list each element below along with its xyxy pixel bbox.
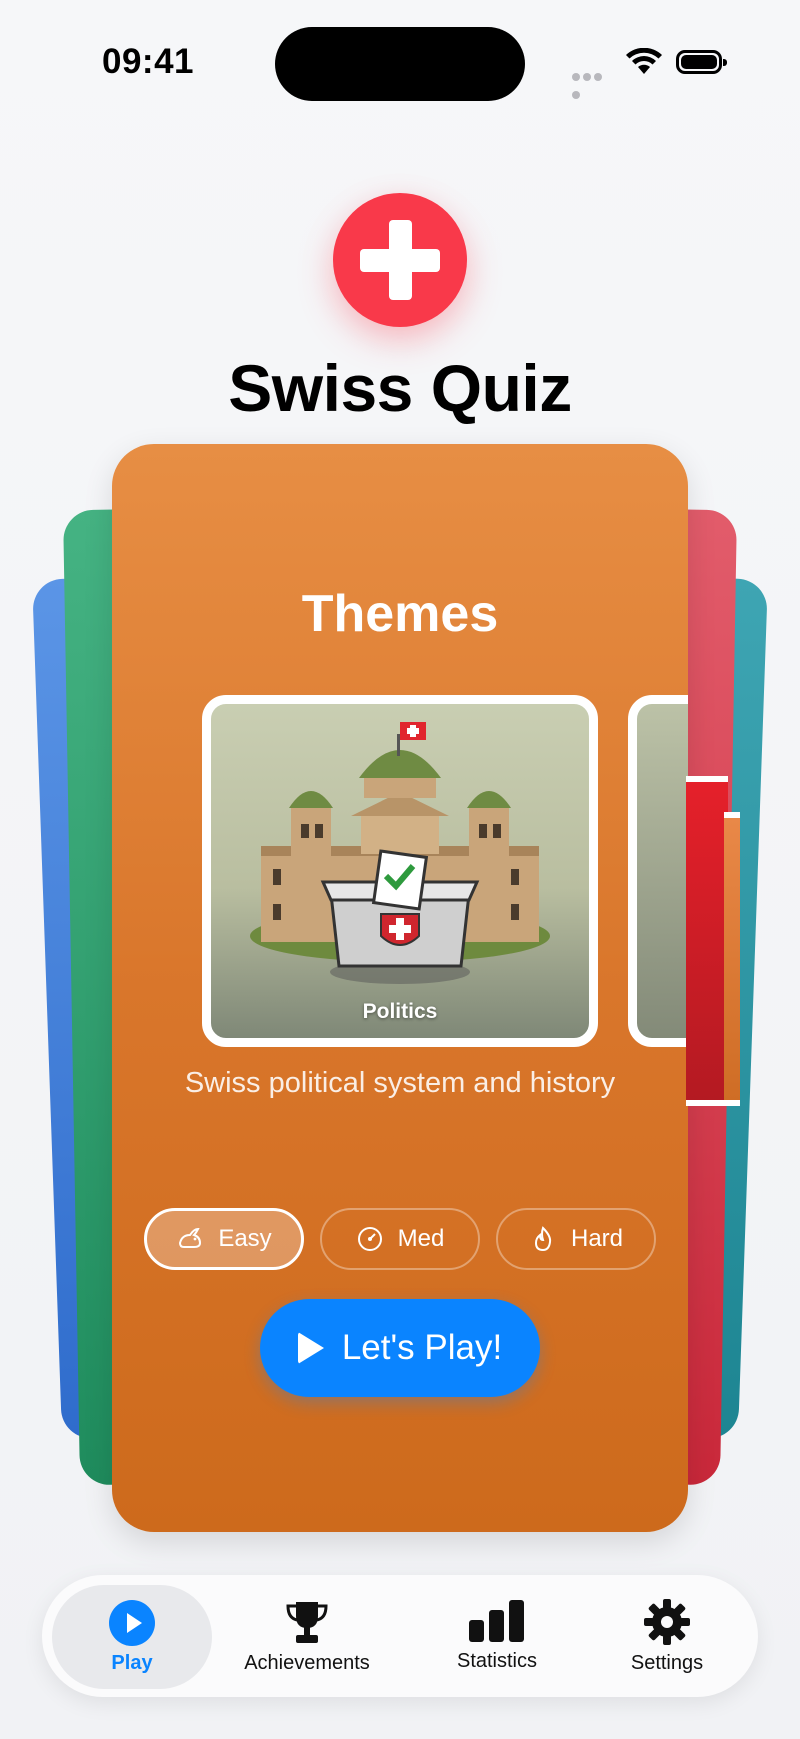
play-icon <box>109 1599 155 1646</box>
swiss-cross-icon <box>333 193 467 327</box>
dynamic-island <box>275 27 525 101</box>
tab-play[interactable]: Play <box>52 1585 212 1689</box>
difficulty-easy-button[interactable]: Easy <box>144 1208 304 1270</box>
difficulty-med-button[interactable]: Med <box>320 1208 480 1270</box>
flame-icon <box>534 1226 552 1252</box>
theme-tile-next[interactable] <box>628 695 688 1047</box>
rabbit-icon <box>179 1227 202 1248</box>
tab-bar: Play Achievements Statistics Settings <box>42 1575 758 1697</box>
gauge-icon <box>357 1227 382 1251</box>
parliament-ballot-box-illustration <box>250 722 550 984</box>
battery-icon <box>676 50 727 74</box>
lets-play-button[interactable]: Let's Play! <box>260 1299 540 1397</box>
wifi-icon <box>626 48 662 74</box>
status-time: 09:41 <box>102 42 195 81</box>
tab-label: Achievements <box>244 1651 370 1674</box>
difficulty-label: Med <box>397 1225 445 1252</box>
tab-statistics[interactable]: Statistics <box>422 1575 572 1697</box>
difficulty-selector: Easy Med Hard <box>144 1208 656 1272</box>
stacked-card-edge-orange <box>724 812 740 1106</box>
cellular-signal-icon <box>572 68 614 99</box>
theme-tile-politics[interactable]: Politics <box>202 695 598 1047</box>
theme-label: Politics <box>362 1000 438 1023</box>
gear-icon <box>644 1598 690 1645</box>
trophy-icon <box>286 1601 328 1643</box>
tab-settings[interactable]: Settings <box>592 1575 742 1697</box>
app-title: Swiss Quiz <box>228 351 572 425</box>
theme-card: Themes Politics Swiss political system a… <box>112 444 688 1532</box>
theme-description: Swiss political system and history <box>184 1067 616 1099</box>
difficulty-label: Hard <box>570 1225 624 1252</box>
tab-label: Statistics <box>456 1649 538 1672</box>
tab-achievements[interactable]: Achievements <box>232 1575 382 1697</box>
tab-label: Settings <box>630 1651 704 1674</box>
play-icon <box>297 1332 324 1364</box>
tab-label: Play <box>111 1651 153 1674</box>
status-bar: 09:41 <box>0 0 800 130</box>
bar-chart-icon <box>469 1599 524 1642</box>
card-title: Themes <box>301 585 499 643</box>
stacked-card-edge-red <box>686 776 728 1106</box>
difficulty-hard-button[interactable]: Hard <box>496 1208 656 1270</box>
difficulty-label: Easy <box>218 1225 272 1252</box>
play-button-label: Let's Play! <box>341 1328 503 1367</box>
